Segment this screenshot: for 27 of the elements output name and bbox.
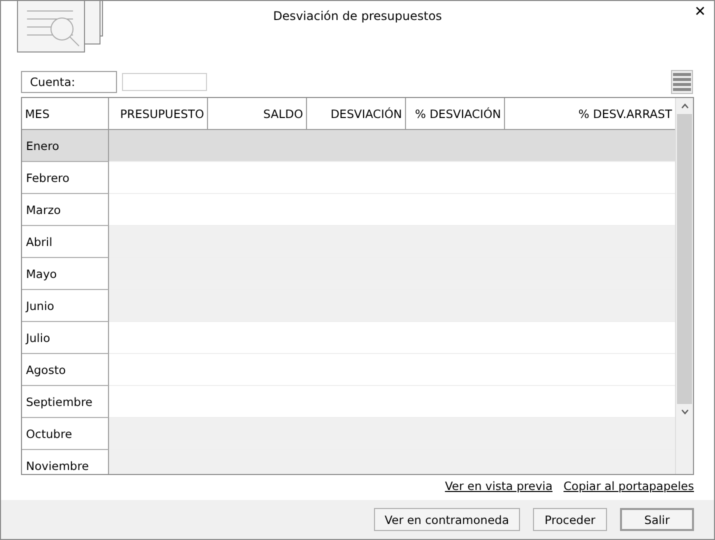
month-cell: Abril [22, 226, 109, 258]
month-cell: Julio [22, 322, 109, 354]
table-row[interactable]: Febrero [22, 162, 675, 194]
scrollbar[interactable] [675, 98, 693, 474]
scroll-thumb[interactable] [677, 114, 692, 404]
dialog-button[interactable]: Salir [620, 508, 694, 531]
link[interactable]: Copiar al portapapeles [564, 479, 694, 500]
month-cell: Septiembre [22, 386, 109, 418]
month-cell: Marzo [22, 194, 109, 226]
scroll-down-icon[interactable] [680, 409, 688, 415]
month-cell: Junio [22, 290, 109, 322]
month-cell: Febrero [22, 162, 109, 194]
account-label: Cuenta: [21, 71, 117, 93]
month-cell: Mayo [22, 258, 109, 290]
dialog-button[interactable]: Proceder [533, 508, 607, 531]
account-field[interactable] [122, 73, 207, 91]
scroll-up-icon[interactable] [680, 103, 688, 109]
table-row[interactable]: Julio [22, 322, 675, 354]
window-title: Desviación de presupuestos [273, 9, 442, 25]
link[interactable]: Ver en vista previa [444, 479, 552, 500]
month-cell: Agosto [22, 354, 109, 386]
menu-icon[interactable] [671, 70, 693, 94]
month-cell: Enero [22, 130, 109, 162]
close-button[interactable]: ✕ [694, 4, 706, 20]
month-cell: Octubre [22, 418, 109, 450]
table-row[interactable]: Agosto [22, 354, 675, 386]
dialog-button[interactable]: Ver en contramoneda [374, 508, 520, 531]
